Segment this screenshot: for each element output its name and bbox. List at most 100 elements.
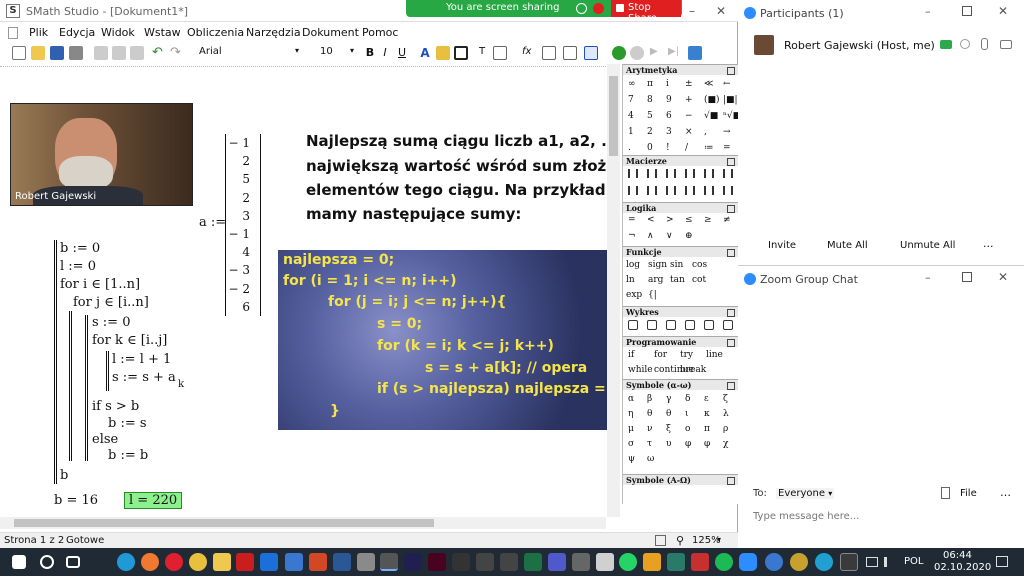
maximize-button[interactable] bbox=[962, 272, 972, 282]
palette-button[interactable]: 2 bbox=[647, 127, 653, 137]
palette-button[interactable]: β bbox=[647, 394, 652, 404]
font-select[interactable]: Arial ▾ bbox=[199, 46, 299, 61]
palette-button[interactable]: ι bbox=[685, 409, 689, 419]
palette-button[interactable]: ≪ bbox=[704, 79, 713, 89]
app-icon[interactable] bbox=[357, 553, 375, 571]
palette-button[interactable]: ≥ bbox=[704, 215, 712, 225]
palette-button[interactable]: + bbox=[685, 95, 693, 105]
language-indicator[interactable]: POL bbox=[904, 556, 923, 567]
stop-share-button[interactable]: Stop Share bbox=[611, 0, 681, 24]
palette-button[interactable]: π bbox=[704, 424, 710, 434]
powerpoint-icon[interactable] bbox=[309, 553, 327, 571]
clock-date[interactable]: 02.10.2020 bbox=[934, 562, 991, 573]
word-icon[interactable] bbox=[333, 553, 351, 571]
print-icon[interactable] bbox=[69, 46, 83, 60]
horizontal-scrollbar[interactable] bbox=[0, 517, 606, 529]
stop-icon[interactable] bbox=[630, 46, 644, 60]
acrobat-icon[interactable] bbox=[236, 553, 254, 571]
more-icon[interactable]: … bbox=[1000, 486, 1011, 499]
palette-button[interactable]: ρ bbox=[723, 424, 728, 434]
palette-button[interactable]: κ bbox=[704, 409, 710, 419]
windows-start-icon[interactable] bbox=[12, 555, 26, 569]
palette-button[interactable]: ¬ bbox=[628, 231, 636, 241]
palette-button[interactable]: sign bbox=[648, 260, 667, 270]
new-file-icon[interactable] bbox=[12, 46, 26, 60]
palette-button[interactable]: × bbox=[685, 127, 693, 137]
bold-icon[interactable]: B bbox=[363, 46, 377, 60]
task-view-icon[interactable] bbox=[66, 556, 80, 568]
edge-icon[interactable] bbox=[117, 553, 135, 571]
matrix-palette-icon[interactable] bbox=[628, 169, 638, 178]
palette-button[interactable]: τ bbox=[647, 439, 652, 449]
palette-button[interactable]: μ bbox=[628, 424, 634, 434]
palette-button[interactable]: ν bbox=[647, 424, 652, 434]
palette-button[interactable]: (■) bbox=[704, 95, 720, 105]
matrix-palette-icon[interactable] bbox=[685, 169, 695, 178]
palette-button[interactable]: → bbox=[723, 127, 731, 137]
palette-button[interactable]: > bbox=[666, 215, 674, 225]
app-icon[interactable] bbox=[643, 553, 661, 571]
zoom-app-icon[interactable] bbox=[739, 553, 757, 571]
spotify-icon[interactable] bbox=[715, 553, 733, 571]
palette-button[interactable]: = bbox=[628, 215, 636, 225]
italic-icon[interactable]: I bbox=[378, 46, 392, 60]
photoshop-icon[interactable] bbox=[404, 553, 422, 571]
palette-button[interactable]: ∧ bbox=[647, 231, 654, 241]
undo-icon[interactable]: ↶ bbox=[152, 46, 166, 60]
palette-button[interactable]: 8 bbox=[647, 95, 653, 105]
file-icon[interactable] bbox=[941, 487, 950, 499]
cut-icon[interactable] bbox=[94, 46, 108, 60]
palette-button[interactable]: 1 bbox=[628, 127, 634, 137]
palette-button[interactable]: while bbox=[628, 365, 653, 375]
palette-button[interactable]: φ bbox=[685, 439, 691, 449]
debug-icon[interactable] bbox=[688, 46, 702, 60]
close-button[interactable]: ✕ bbox=[998, 4, 1008, 18]
microphone-icon[interactable] bbox=[981, 38, 988, 50]
palette-button[interactable]: = bbox=[723, 143, 731, 153]
palette-section-greek-upper[interactable]: Symbole (Α-Ω) bbox=[623, 474, 739, 485]
excel-icon[interactable] bbox=[524, 553, 542, 571]
page-view-icon[interactable] bbox=[584, 46, 598, 60]
palette-button[interactable]: try bbox=[680, 350, 693, 360]
palette-button[interactable]: / bbox=[685, 143, 688, 153]
minimize-button[interactable]: – bbox=[683, 2, 701, 20]
notification-icon[interactable] bbox=[996, 556, 1008, 567]
palette-button[interactable]: θ bbox=[666, 409, 671, 419]
matrix-palette-icon[interactable] bbox=[628, 186, 638, 195]
palette-button[interactable]: χ bbox=[723, 439, 728, 449]
tray-icon[interactable] bbox=[815, 553, 833, 571]
palette-button[interactable]: ⊕ bbox=[685, 231, 693, 241]
file-button[interactable]: File bbox=[960, 488, 977, 499]
palette-button[interactable]: ε bbox=[704, 394, 709, 404]
zoom-icon[interactable] bbox=[685, 320, 695, 330]
palette-button[interactable]: . bbox=[628, 143, 631, 153]
palette-button[interactable]: ‚ bbox=[704, 127, 707, 137]
palette-button[interactable]: γ bbox=[666, 394, 671, 404]
palette-button[interactable]: δ bbox=[685, 394, 690, 404]
insert-text-icon[interactable]: T bbox=[475, 46, 489, 60]
matrix-palette-icon[interactable] bbox=[723, 169, 733, 178]
insert-image-icon[interactable] bbox=[493, 46, 507, 60]
store-icon[interactable] bbox=[285, 553, 303, 571]
palette-button[interactable]: 0 bbox=[647, 143, 653, 153]
palette-button[interactable]: υ bbox=[666, 439, 671, 449]
menu-obliczenia[interactable]: Obliczenia bbox=[187, 26, 244, 39]
security-icon[interactable] bbox=[593, 3, 604, 14]
app-icon[interactable] bbox=[452, 553, 470, 571]
refresh-icon[interactable] bbox=[723, 320, 733, 330]
matrix-palette-icon[interactable] bbox=[666, 169, 676, 178]
palette-section-arithmetic[interactable]: Arytmetyka bbox=[623, 64, 739, 75]
palette-button[interactable]: ω bbox=[647, 454, 654, 464]
minimize-button[interactable]: – bbox=[925, 271, 931, 284]
palette-button[interactable]: tan bbox=[670, 275, 685, 285]
menu-wstaw[interactable]: Wstaw bbox=[144, 26, 181, 39]
palette-button[interactable]: 7 bbox=[628, 95, 634, 105]
menu-widok[interactable]: Widok bbox=[101, 26, 135, 39]
palette-button[interactable]: ! bbox=[666, 143, 670, 153]
app-icon[interactable] bbox=[500, 553, 518, 571]
move-up-icon[interactable] bbox=[647, 320, 657, 330]
unmute-all-button[interactable]: Unmute All bbox=[900, 240, 955, 251]
matrix-palette-icon[interactable] bbox=[704, 186, 714, 195]
palette-button[interactable]: ± bbox=[685, 79, 693, 89]
palette-button[interactable]: θ bbox=[647, 409, 652, 419]
